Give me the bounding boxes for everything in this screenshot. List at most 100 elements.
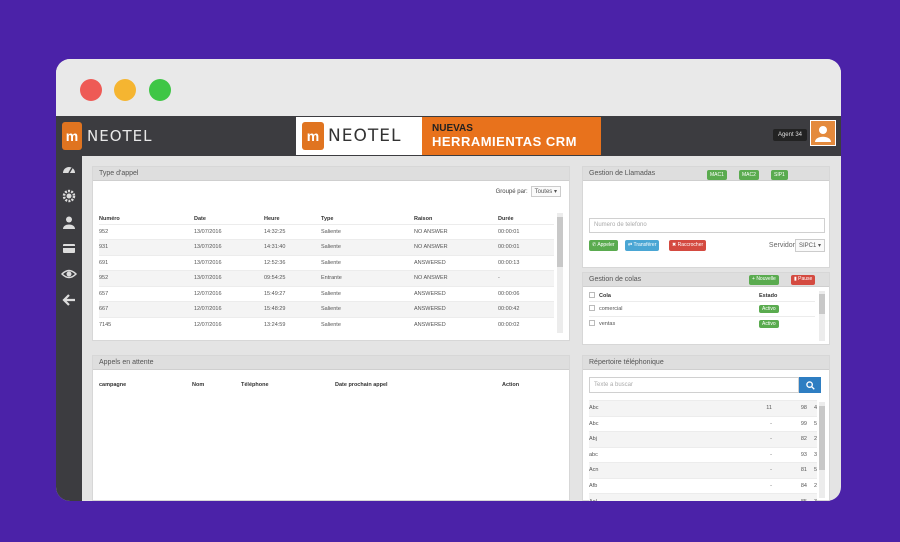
queue-table: Cola Estado comercial Activo ventas Activo <box>589 291 815 331</box>
call-button-label: Appeler <box>597 242 615 248</box>
table-header: Cola Estado <box>589 291 815 301</box>
list-item[interactable]: Abj -82 2 <box>589 431 817 447</box>
phone-number-input[interactable]: Numero de telefono <box>589 218 825 233</box>
table-row[interactable]: 952 13/07/2016 14:32:25 Saliente NO ANSWER 00… <box>99 223 554 240</box>
col-time[interactable]: Heure <box>264 214 321 224</box>
list-item[interactable]: Afb -84 2 <box>589 477 817 494</box>
col-queue[interactable]: Cola <box>599 291 759 301</box>
list-item[interactable]: abc -93 3 <box>589 446 817 463</box>
hangup-button-label: Raccrocher <box>677 242 704 248</box>
queue-checkbox[interactable] <box>589 304 595 311</box>
call-history-scrollbar[interactable] <box>557 213 563 333</box>
list-item[interactable]: Aol-853 <box>589 493 817 501</box>
eye-icon[interactable] <box>61 266 77 282</box>
list-item[interactable]: Acn -81 5 <box>589 462 817 478</box>
col-reason[interactable]: Raison <box>414 214 498 224</box>
app-logo[interactable]: m NEOTEL <box>62 122 153 150</box>
banner-logo-mark: m <box>302 122 324 150</box>
user-icon[interactable] <box>61 214 77 230</box>
table-cell: 82 <box>772 431 807 447</box>
list-item[interactable]: Abc 11 98 4 <box>589 400 817 416</box>
close-window-button[interactable] <box>80 79 102 101</box>
directory-search-button[interactable] <box>799 377 821 393</box>
directory-scrollbar[interactable] <box>819 402 825 498</box>
line-badge-sip1[interactable]: SIP1 <box>771 170 788 180</box>
dashboard-icon[interactable] <box>61 162 77 178</box>
transfer-button[interactable]: ⇄ Transférer <box>625 240 660 251</box>
arrow-left-icon[interactable] <box>61 292 77 308</box>
minimize-window-button[interactable] <box>114 79 136 101</box>
banner-logo-text: NEOTEL <box>328 126 402 146</box>
col-number[interactable]: Numéro <box>99 214 194 224</box>
group-by-value: Toutes <box>534 189 553 195</box>
line-badge-mac1[interactable]: MAC1 <box>707 170 727 180</box>
table-cell: 00:00:13 <box>498 254 554 271</box>
group-by-label: Groupé par: <box>495 188 528 195</box>
call-button[interactable]: ✆ Appeler <box>589 240 618 251</box>
table-cell: 2 <box>807 477 817 494</box>
search-icon <box>805 380 815 390</box>
col-type[interactable]: Type <box>321 214 414 224</box>
table-cell: Aol <box>589 493 717 501</box>
col-campaign[interactable]: campagne <box>99 382 192 388</box>
promo-banner[interactable]: m NEOTEL NUEVAS HERRAMIENTAS CRM <box>296 117 601 155</box>
logo-text: NEOTEL <box>87 127 153 145</box>
table-cell: Saliente <box>321 254 414 271</box>
scrollbar-thumb[interactable] <box>819 294 825 314</box>
group-by-select[interactable]: Toutes ▾ <box>530 186 561 197</box>
server-select[interactable]: SIPC1 ▾ <box>794 239 825 252</box>
table-row[interactable]: 7145 12/07/2016 13:24:59 Saliente ANSWERED 00… <box>99 316 554 333</box>
gear-icon[interactable] <box>61 188 77 204</box>
table-cell: ANSWERED <box>414 285 498 302</box>
col-next-call-date[interactable]: Date prochain appel <box>335 382 502 388</box>
line-badge-mac2[interactable]: MAC2 <box>739 170 759 180</box>
table-cell: 85 <box>772 493 807 501</box>
queue-scrollbar[interactable] <box>819 291 825 341</box>
table-row[interactable]: 931 13/07/2016 14:31:40 Saliente NO ANSWER 00… <box>99 239 554 255</box>
table-cell: 99 <box>772 415 807 432</box>
col-name[interactable]: Nom <box>192 382 241 388</box>
scrollbar-thumb[interactable] <box>557 217 563 267</box>
logo-mark: m <box>62 122 82 150</box>
call-type-panel: Type d'appel Groupé par: Toutes ▾ Numéro… <box>92 166 570 341</box>
table-cell: 00:00:01 <box>498 223 554 240</box>
table-header: Numéro Date Heure Type Raison Durée <box>99 214 554 224</box>
new-queue-button[interactable]: + Nouvelle <box>749 275 779 285</box>
window-titlebar <box>56 59 841 116</box>
agent-label[interactable]: Agent 34 <box>772 129 807 141</box>
list-item[interactable]: ventas Activo <box>589 315 815 331</box>
table-cell: NO ANSWER <box>414 223 498 240</box>
queue-status-cell: Activo <box>759 300 815 316</box>
new-queue-label: Nouvelle <box>756 276 776 282</box>
table-cell: 98 <box>772 400 807 416</box>
col-date[interactable]: Date <box>194 214 264 224</box>
list-item[interactable]: comercial Activo <box>589 300 815 316</box>
table-cell: 952 <box>99 270 194 286</box>
hangup-button[interactable]: ✖ Raccrocher <box>669 240 707 251</box>
queue-management-panel: Gestion de colas + Nouvelle ▮ Pause Cola… <box>582 272 830 345</box>
table-cell: - <box>717 446 772 463</box>
list-item[interactable]: Abc -99 5 <box>589 415 817 432</box>
table-row[interactable]: 952 13/07/2016 09:54:25 Entrante NO ANSWER - <box>99 270 554 286</box>
banner-text: NUEVAS HERRAMIENTAS CRM <box>422 117 601 155</box>
col-action[interactable]: Action <box>502 382 539 388</box>
col-duration[interactable]: Durée <box>498 214 554 224</box>
user-avatar[interactable] <box>810 120 836 146</box>
directory-search-input[interactable]: Texte a buscar <box>589 377 799 393</box>
table-cell: 13/07/2016 <box>194 254 264 271</box>
col-status[interactable]: Estado <box>759 291 815 301</box>
pause-queue-button[interactable]: ▮ Pause <box>791 275 816 285</box>
queue-checkbox[interactable] <box>589 319 595 326</box>
maximize-window-button[interactable] <box>149 79 171 101</box>
table-row[interactable]: 667 12/07/2016 15:48:29 Saliente ANSWERED 00:… <box>99 301 554 317</box>
select-all-checkbox[interactable] <box>589 291 595 298</box>
table-cell: Entrante <box>321 270 414 286</box>
table-row[interactable]: 691 13/07/2016 12:52:36 Saliente ANSWERED 00:… <box>99 254 554 271</box>
col-phone[interactable]: Téléphone <box>241 382 335 388</box>
table-header: campagne Nom Téléphone Date prochain app… <box>99 382 539 388</box>
table-cell: Saliente <box>321 301 414 317</box>
scrollbar-thumb[interactable] <box>819 406 825 470</box>
table-row[interactable]: 657 12/07/2016 15:49:27 Saliente ANSWERED 00:… <box>99 285 554 302</box>
table-cell: abc <box>589 446 717 463</box>
card-icon[interactable] <box>61 240 77 256</box>
